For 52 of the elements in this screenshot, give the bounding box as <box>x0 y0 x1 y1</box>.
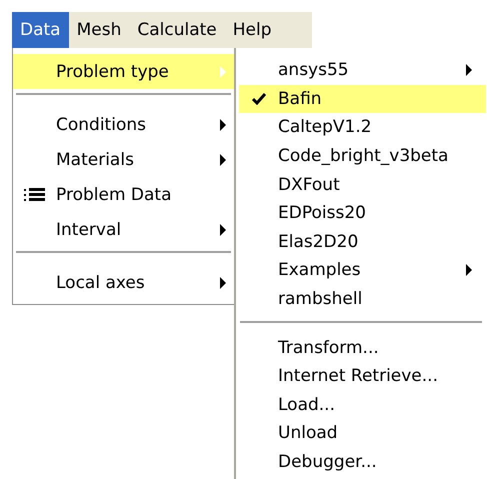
menu-item-label: Load... <box>278 394 336 415</box>
menu-item-label: rambshell <box>278 289 364 310</box>
menu-item[interactable]: CaltepV1.2 <box>239 113 486 142</box>
menu-item[interactable]: Internet Retrieve... <box>239 362 486 391</box>
menu-item[interactable]: Load... <box>239 390 486 420</box>
menu-item-label: CaltepV1.2 <box>278 117 373 138</box>
menu-item[interactable]: Elas2D20 <box>239 228 486 256</box>
menu-item-label: Internet Retrieve... <box>278 366 439 386</box>
menu-item-label: Elas2D20 <box>278 232 360 252</box>
menu-item[interactable]: rambshell <box>239 284 486 314</box>
menu-item[interactable]: Debugger... <box>239 448 486 476</box>
submenu-arrow-icon <box>466 264 472 276</box>
menu-item-label: Interval <box>56 220 122 240</box>
submenu-arrow-icon <box>220 118 226 130</box>
menu-item-label: ansys55 <box>278 60 350 80</box>
menu-item[interactable]: Transform... <box>239 333 486 362</box>
menu-item-label: EDPoiss20 <box>278 203 367 224</box>
menu-item[interactable]: Interval <box>13 212 234 247</box>
menu-item-label: Conditions <box>56 114 147 134</box>
menu-title[interactable]: Mesh <box>68 12 130 48</box>
menu-item-label: Transform... <box>278 338 380 358</box>
menu-item[interactable]: DXFout <box>239 170 486 199</box>
menu-item-label: Unload <box>278 423 339 444</box>
menu-title[interactable]: Data <box>12 12 69 48</box>
menu-item-label: Examples <box>278 260 362 280</box>
menu-item[interactable]: ansys55 <box>239 56 486 85</box>
submenu-arrow-icon <box>220 276 226 288</box>
menu-item[interactable]: Unload <box>239 419 486 448</box>
submenu-arrow-icon <box>220 154 226 166</box>
menu-item-label: Problem type <box>56 62 170 82</box>
menu-item[interactable]: Conditions <box>13 107 234 142</box>
menu-item-label: Bafin <box>278 88 323 109</box>
menu-item[interactable]: Problem type <box>13 54 234 89</box>
menu-item[interactable]: Code_bright_v3beta <box>239 142 486 170</box>
menu-title[interactable]: Help <box>224 12 280 48</box>
submenu-arrow-icon <box>466 64 472 76</box>
menu-item-label: Problem Data <box>56 184 172 204</box>
menu-item-label: Materials <box>56 150 135 170</box>
menu-item[interactable]: Materials <box>13 142 234 177</box>
submenu-arrow-icon <box>220 224 226 236</box>
menu-item[interactable]: Problem Data <box>13 177 234 212</box>
menu-title[interactable]: Calculate <box>129 12 225 48</box>
submenu-arrow-icon <box>220 66 226 78</box>
menu-item[interactable]: Examples <box>239 256 486 285</box>
menu-item-label: DXFout <box>278 174 341 195</box>
menu-item-label: Debugger... <box>278 452 378 472</box>
menu-item[interactable]: Bafin <box>239 84 486 114</box>
menu-item-label: Code_bright_v3beta <box>278 146 450 166</box>
menu-item[interactable]: EDPoiss20 <box>239 198 486 228</box>
menu-item[interactable]: Local axes <box>13 265 234 300</box>
menu-item-label: Local axes <box>56 272 146 292</box>
list-icon <box>24 188 46 202</box>
